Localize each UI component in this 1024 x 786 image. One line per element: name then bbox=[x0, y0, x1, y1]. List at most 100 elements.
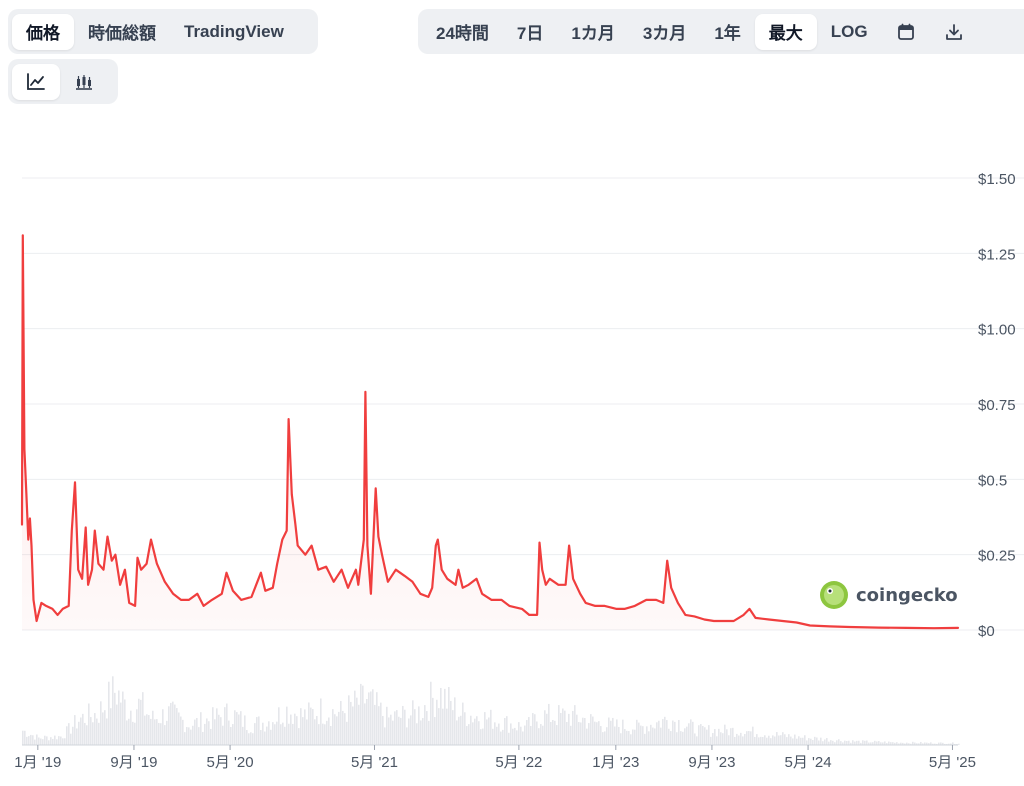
volume-bar bbox=[540, 724, 542, 745]
volume-bar bbox=[656, 722, 658, 745]
volume-bar bbox=[714, 729, 716, 745]
tab-market-cap[interactable]: 時価総額 bbox=[74, 14, 170, 50]
y-axis: $1.50 $1.25 $1.00 $0.75 $0.5 $0.25 $0 bbox=[978, 171, 1016, 640]
volume-bar bbox=[342, 710, 344, 745]
volume-bar bbox=[42, 739, 44, 745]
volume-bar bbox=[150, 718, 152, 745]
line-chart-button[interactable] bbox=[12, 63, 60, 100]
tab-tradingview[interactable]: TradingView bbox=[170, 14, 298, 50]
volume-bar bbox=[734, 736, 736, 745]
volume-bar bbox=[596, 722, 598, 745]
volume-bar bbox=[504, 718, 506, 745]
volume-bar bbox=[240, 711, 242, 745]
volume-bar bbox=[780, 735, 782, 745]
y-tick-label: $1.50 bbox=[978, 171, 1016, 188]
volume-bar bbox=[690, 719, 692, 745]
volume-bar bbox=[234, 710, 236, 745]
volume-bar bbox=[106, 718, 108, 745]
log-scale-button[interactable]: LOG bbox=[817, 14, 882, 50]
range-1y[interactable]: 1年 bbox=[700, 14, 754, 50]
volume-bar bbox=[248, 733, 250, 745]
volume-bar bbox=[304, 709, 306, 745]
volume-bar bbox=[86, 725, 88, 745]
line-chart-icon bbox=[27, 72, 45, 90]
volume-bar bbox=[392, 720, 394, 745]
volume-bar bbox=[704, 727, 706, 745]
volume-bar bbox=[284, 726, 286, 745]
volume-bar bbox=[232, 724, 234, 745]
volume-bar bbox=[644, 733, 646, 745]
tab-price[interactable]: 価格 bbox=[12, 13, 74, 50]
volume-bar bbox=[446, 708, 448, 745]
volume-bar bbox=[246, 730, 248, 745]
volume-bar bbox=[710, 736, 712, 745]
volume-bar bbox=[716, 736, 718, 745]
volume-bar bbox=[770, 738, 772, 745]
volume-bar bbox=[534, 714, 536, 745]
volume-bar bbox=[318, 724, 320, 745]
range-24h[interactable]: 24時間 bbox=[422, 14, 503, 50]
volume-bar bbox=[348, 695, 350, 745]
volume-bar bbox=[388, 717, 390, 745]
volume-bar bbox=[138, 698, 140, 745]
volume-bar bbox=[630, 734, 632, 745]
volume-bar bbox=[362, 685, 364, 745]
volume-bar bbox=[624, 729, 626, 745]
volume-bar bbox=[236, 712, 238, 745]
volume-bar bbox=[302, 717, 304, 745]
volume-bar bbox=[518, 722, 520, 745]
volume-bar bbox=[390, 714, 392, 745]
volume-bar bbox=[50, 737, 52, 745]
volume-bar bbox=[274, 724, 276, 745]
volume-bar bbox=[100, 701, 102, 745]
candlestick-chart-button[interactable] bbox=[60, 64, 108, 100]
volume-bar bbox=[340, 700, 342, 745]
volume-bar bbox=[758, 737, 760, 745]
volume-bar bbox=[226, 703, 228, 745]
volume-bar bbox=[712, 733, 714, 745]
volume-bar bbox=[450, 700, 452, 745]
volume-bar bbox=[242, 726, 244, 745]
volume-bar bbox=[308, 702, 310, 745]
volume-bar bbox=[666, 720, 668, 745]
volume-bar bbox=[224, 707, 226, 745]
volume-bar bbox=[94, 713, 96, 745]
volume-bar bbox=[410, 715, 412, 745]
calendar-button[interactable] bbox=[882, 14, 930, 50]
volume-bar bbox=[678, 719, 680, 745]
volume-bar bbox=[820, 737, 822, 745]
volume-bar bbox=[838, 739, 840, 745]
volume-bar bbox=[108, 681, 110, 745]
volume-bar bbox=[394, 711, 396, 745]
volume-bar bbox=[40, 738, 42, 745]
range-7d[interactable]: 7日 bbox=[503, 14, 557, 50]
volume-bar bbox=[442, 708, 444, 745]
price-chart[interactable]: $1.50 $1.25 $1.00 $0.75 $0.5 $0.25 $0 1月 '19 9月… bbox=[0, 120, 1024, 786]
volume-bar bbox=[516, 730, 518, 745]
volume-bar bbox=[614, 726, 616, 745]
volume-bar bbox=[92, 722, 94, 745]
volume-bar bbox=[54, 735, 56, 745]
download-button[interactable] bbox=[930, 14, 978, 50]
volume-bar bbox=[222, 725, 224, 745]
volume-bar bbox=[586, 728, 588, 745]
volume-bar bbox=[376, 692, 378, 745]
y-tick-label: $0.75 bbox=[978, 397, 1016, 414]
volume-bar bbox=[478, 721, 480, 745]
range-3m[interactable]: 3カ月 bbox=[629, 14, 700, 50]
volume-bar bbox=[186, 727, 188, 745]
volume-bar bbox=[44, 735, 46, 745]
y-tick-label: $0 bbox=[978, 623, 995, 640]
volume-bar bbox=[260, 730, 262, 745]
volume-bar bbox=[854, 741, 856, 745]
candlestick-icon bbox=[76, 74, 92, 90]
x-tick-label: 5月 '20 bbox=[207, 754, 254, 771]
range-max[interactable]: 最大 bbox=[754, 13, 817, 50]
volume-bar bbox=[822, 741, 824, 745]
volume-bar bbox=[804, 735, 806, 745]
time-range-tabs: 24時間 7日 1カ月 3カ月 1年 最大 LOG bbox=[418, 9, 1024, 54]
volume-bar bbox=[464, 712, 466, 745]
volume-bar bbox=[576, 714, 578, 745]
range-1m[interactable]: 1カ月 bbox=[557, 14, 628, 50]
volume-bar bbox=[526, 720, 528, 745]
